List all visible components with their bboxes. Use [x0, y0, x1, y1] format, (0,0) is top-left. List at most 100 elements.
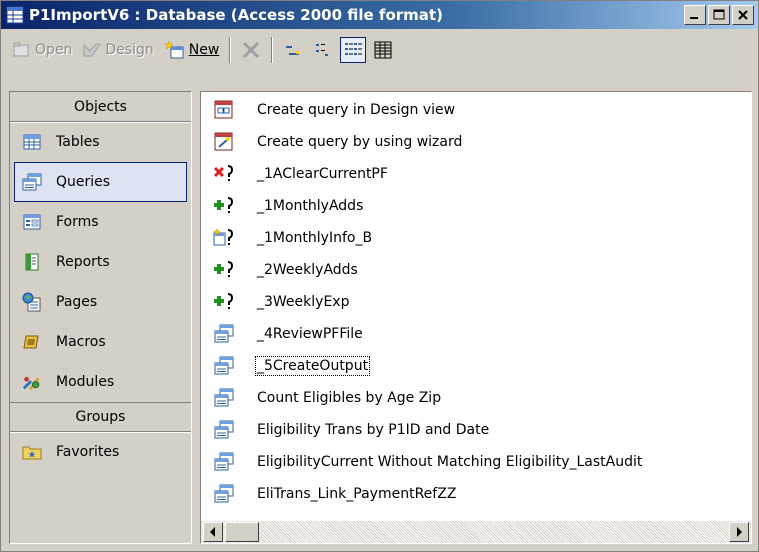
query-list-item-label: _1MonthlyAdds [257, 198, 364, 214]
toolbar-separator [271, 37, 274, 63]
report-icon [22, 252, 42, 272]
query-list-item[interactable]: Create query by using wizard [201, 126, 751, 158]
arrow-left-icon [210, 527, 215, 537]
query-list-item[interactable]: _1MonthlyInfo_B [201, 222, 751, 254]
query-list-item-label: _3WeeklyExp [257, 294, 350, 310]
groups-item-label: Favorites [56, 444, 120, 460]
objects-item-label: Pages [56, 294, 98, 310]
database-toolbar: Open Design New [3, 32, 756, 68]
query-list-item-label: _1AClearCurrentPF [257, 166, 388, 182]
append-query-icon [213, 258, 239, 282]
query-list-item[interactable]: _4ReviewPFFile [201, 318, 751, 350]
scrollbar-thumb[interactable] [225, 522, 259, 542]
horizontal-scrollbar[interactable] [201, 521, 751, 543]
new-button[interactable]: New [161, 35, 223, 65]
objects-bar: Objects Tables Queries Forms Reports Pag… [9, 91, 192, 544]
favorites-folder-icon [22, 442, 42, 462]
query-list: Create query in Design view Create query … [201, 94, 751, 510]
design-label: Design [105, 42, 154, 58]
macro-icon [22, 332, 42, 352]
objects-item-label: Macros [56, 334, 106, 350]
details-view-button[interactable] [370, 37, 396, 63]
objects-item-tables[interactable]: Tables [10, 122, 191, 162]
arrow-right-icon [737, 527, 742, 537]
query-list-item-label: _2WeeklyAdds [257, 262, 358, 278]
append-query-icon [213, 194, 239, 218]
groups-item-favorites[interactable]: Favorites [10, 432, 191, 472]
query-list-item-label: EliTrans_Link_PaymentRefZZ [257, 486, 457, 502]
query-list-item-label: _1MonthlyInfo_B [257, 230, 373, 246]
design-view-shortcut-icon [213, 98, 239, 122]
small-icons-view-button[interactable] [310, 37, 336, 63]
query-list-item[interactable]: EligibilityCurrent Without Matching Elig… [201, 446, 751, 478]
new-icon [164, 40, 184, 59]
groups-group-header[interactable]: Groups [10, 402, 191, 432]
close-button[interactable] [732, 5, 754, 25]
query-list-item[interactable]: _5CreateOutput [201, 350, 751, 382]
scroll-right-button[interactable] [729, 522, 749, 542]
query-list-item[interactable]: EliTrans_Link_PaymentRefZZ [201, 478, 751, 510]
query-list-item-label: _5CreateOutput [254, 356, 371, 376]
title-bar[interactable]: P1ImportV6 : Database (Access 2000 file … [1, 1, 758, 29]
open-button[interactable]: Open [9, 35, 75, 65]
objects-item-label: Tables [56, 134, 100, 150]
query-list-item[interactable]: _1AClearCurrentPF [201, 158, 751, 190]
maximize-button[interactable] [708, 5, 730, 25]
maximize-icon [713, 9, 725, 20]
query-icon [22, 172, 42, 192]
new-label: New [189, 42, 220, 58]
database-window-icon[interactable] [6, 6, 24, 24]
query-list-pane[interactable]: Create query in Design view Create query … [200, 91, 752, 544]
module-icon [22, 372, 42, 392]
objects-item-modules[interactable]: Modules [10, 362, 191, 402]
form-icon [22, 212, 42, 232]
objects-item-forms[interactable]: Forms [10, 202, 191, 242]
large-icons-icon [286, 46, 300, 55]
query-list-item[interactable]: Create query in Design view [201, 94, 751, 126]
delete-x-icon [243, 41, 260, 59]
design-button[interactable]: Design [79, 35, 156, 65]
wizard-shortcut-icon [213, 130, 239, 154]
design-icon [83, 43, 102, 57]
query-list-item[interactable]: Count Eligibles by Age Zip [201, 382, 751, 414]
objects-item-label: Forms [56, 214, 99, 230]
objects-item-label: Modules [56, 374, 115, 390]
query-list-item-label: Create query in Design view [257, 102, 456, 118]
select-query-icon [213, 322, 239, 346]
select-query-icon [213, 450, 239, 474]
database-window: P1ImportV6 : Database (Access 2000 file … [0, 0, 759, 552]
query-list-item-label: EligibilityCurrent Without Matching Elig… [257, 454, 643, 470]
open-icon [13, 42, 29, 57]
query-list-item-label: Count Eligibles by Age Zip [257, 390, 442, 406]
query-list-item[interactable]: _2WeeklyAdds [201, 254, 751, 286]
table-icon [22, 132, 42, 152]
minimize-button[interactable] [684, 5, 706, 25]
objects-item-queries[interactable]: Queries [14, 162, 187, 202]
list-view-button[interactable] [340, 37, 367, 63]
page-icon [22, 292, 42, 312]
delete-button[interactable] [238, 37, 264, 63]
scroll-left-button[interactable] [203, 522, 223, 542]
large-icons-view-button[interactable] [280, 37, 306, 63]
details-view-icon [374, 41, 392, 59]
query-list-item-label: Eligibility Trans by P1ID and Date [257, 422, 490, 438]
objects-item-label: Queries [56, 174, 111, 190]
small-icons-icon [316, 44, 329, 56]
query-list-item[interactable]: _3WeeklyExp [201, 286, 751, 318]
objects-item-pages[interactable]: Pages [10, 282, 191, 322]
query-list-item[interactable]: _1MonthlyAdds [201, 190, 751, 222]
objects-item-macros[interactable]: Macros [10, 322, 191, 362]
make-table-query-icon [213, 226, 239, 250]
window-title: P1ImportV6 : Database (Access 2000 file … [29, 6, 443, 24]
objects-item-reports[interactable]: Reports [10, 242, 191, 282]
query-list-item-label: _4ReviewPFFile [257, 326, 363, 342]
list-view-icon [345, 43, 363, 55]
query-list-item[interactable]: Eligibility Trans by P1ID and Date [201, 414, 751, 446]
toolbar-separator [229, 37, 232, 63]
objects-group-header[interactable]: Objects [10, 92, 191, 122]
open-label: Open [35, 42, 73, 58]
new-label-text: New [188, 42, 220, 58]
select-query-icon [213, 354, 239, 378]
select-query-icon [213, 386, 239, 410]
delete-query-icon [213, 162, 239, 186]
